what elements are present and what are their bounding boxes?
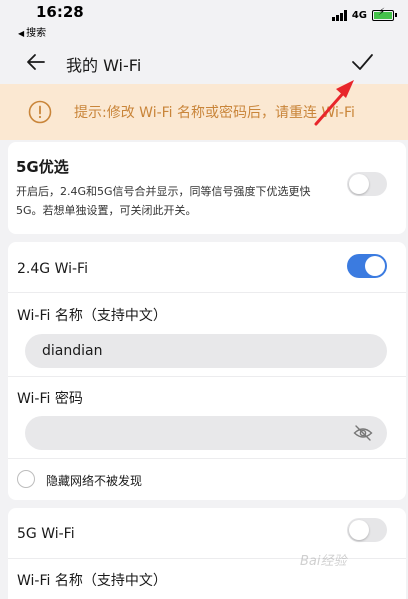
watermark: Bai经验 <box>300 554 347 569</box>
wifi-24g-name-value: diandian <box>42 343 103 359</box>
divider <box>8 376 406 377</box>
eye-off-icon[interactable] <box>353 424 373 442</box>
back-arrow-icon[interactable] <box>24 50 48 74</box>
back-to-app-link[interactable]: ◀ 搜索 <box>18 24 46 39</box>
divider <box>8 458 406 459</box>
wifi-5g-toggle[interactable] <box>347 518 387 542</box>
wifi-24g-toggle[interactable] <box>347 254 387 278</box>
wifi-24g-password-input[interactable] <box>25 416 387 450</box>
status-indicators: 4G ⚡ <box>331 8 397 21</box>
status-time: 16:28 <box>36 3 84 21</box>
preference-5g-description: 开启后，2.4G和5G信号合并显示，同等信号强度下优选更快5G。若想单独设置，可… <box>16 185 311 217</box>
preference-5g-card: 5G优选 开启后，2.4G和5G信号合并显示，同等信号强度下优选更快5G。若想单… <box>8 142 406 234</box>
network-type: 4G <box>351 10 367 21</box>
hide-network-radio[interactable] <box>17 470 35 488</box>
back-app-label: 搜索 <box>26 28 47 39</box>
preference-5g-title: 5G优选 <box>16 158 69 176</box>
wifi-24g-name-input[interactable]: diandian <box>25 334 387 368</box>
status-bar: 16:28 ◀ 搜索 4G ⚡ <box>0 0 408 40</box>
wifi-24g-card: 2.4G Wi-Fi Wi-Fi 名称（支持中文） diandian Wi-Fi… <box>8 242 406 500</box>
hide-network-label: 隐藏网络不被发现 <box>46 474 143 488</box>
toggle-knob <box>349 520 369 540</box>
annotation-arrow-icon <box>314 80 354 126</box>
toggle-knob <box>365 256 385 276</box>
page-title: 我的 Wi-Fi <box>66 56 142 75</box>
wifi-5g-label: 5G Wi-Fi <box>17 526 75 542</box>
battery-icon: ⚡ <box>372 8 397 21</box>
wifi-5g-name-label: Wi-Fi 名称（支持中文） <box>17 573 167 589</box>
wifi-24g-label: 2.4G Wi-Fi <box>17 261 88 277</box>
signal-icon <box>331 10 347 21</box>
wifi-24g-password-label: Wi-Fi 密码 <box>17 391 83 407</box>
divider <box>8 292 406 293</box>
preference-5g-toggle[interactable] <box>347 172 387 196</box>
back-triangle-icon: ◀ <box>18 29 25 38</box>
wifi-24g-name-label: Wi-Fi 名称（支持中文） <box>17 308 167 324</box>
warning-icon <box>28 100 52 124</box>
toggle-knob <box>349 174 369 194</box>
